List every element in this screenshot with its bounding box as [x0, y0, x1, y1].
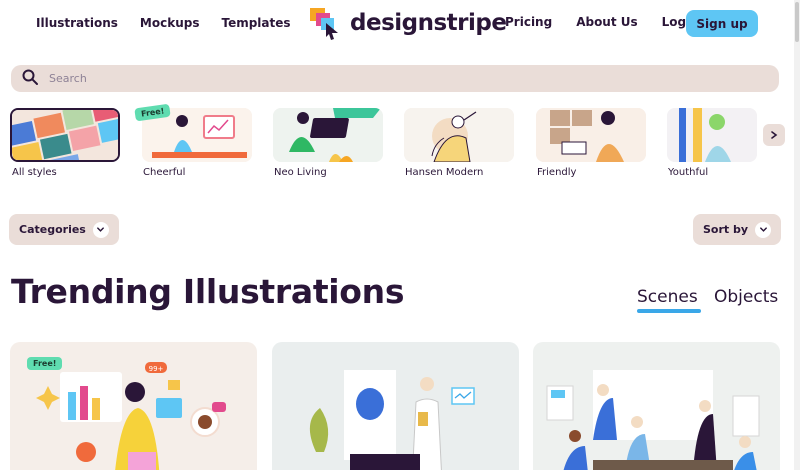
nav-pricing[interactable]: Pricing [505, 15, 552, 29]
neo-living-thumbnail [273, 108, 383, 162]
categories-label: Categories [19, 223, 86, 236]
style-card-neo-living[interactable] [273, 108, 383, 162]
result-card[interactable] [272, 342, 519, 470]
free-badge: Free! [27, 357, 63, 370]
nav-about-us[interactable]: About Us [576, 15, 637, 29]
search-bar[interactable] [11, 65, 779, 92]
style-card-youthful[interactable] [667, 108, 757, 162]
style-label-neo-living: Neo Living [274, 167, 327, 178]
style-card-all-styles[interactable] [10, 108, 120, 162]
styles-next-button[interactable] [763, 124, 785, 146]
style-label-cheerful: Cheerful [143, 167, 186, 178]
scrollbar[interactable] [794, 0, 800, 470]
search-icon [21, 68, 39, 90]
friendly-thumbnail [536, 108, 646, 162]
signup-button[interactable]: Sign up [686, 10, 758, 37]
result-card-2-image [309, 370, 475, 470]
nav-mockups[interactable]: Mockups [140, 16, 200, 30]
chevron-right-icon [771, 131, 778, 139]
result-card[interactable] [533, 342, 780, 470]
search-input[interactable] [49, 72, 649, 85]
style-card-friendly[interactable] [536, 108, 646, 162]
nav-templates[interactable]: Templates [221, 16, 290, 30]
categories-dropdown[interactable]: Categories [9, 214, 119, 245]
style-label-all-styles: All styles [12, 167, 57, 178]
notification-count-bubble: 99+ [149, 365, 164, 373]
chevron-down-icon [92, 221, 109, 238]
sort-by-dropdown[interactable]: Sort by [693, 214, 782, 245]
result-card[interactable]: 99+ Free! [10, 342, 257, 470]
logo-text: designstripe [350, 10, 507, 36]
youthful-thumbnail [667, 108, 757, 162]
style-label-friendly: Friendly [537, 167, 577, 178]
style-card-hansen-modern[interactable] [404, 108, 514, 162]
all-styles-thumbnail [12, 110, 118, 160]
logo[interactable]: designstripe [308, 5, 507, 41]
sort-by-label: Sort by [703, 223, 749, 236]
chevron-down-icon [755, 221, 772, 238]
active-tab-indicator [637, 309, 701, 313]
result-card-3-image [546, 370, 760, 470]
style-label-youthful: Youthful [668, 167, 709, 178]
tab-scenes[interactable]: Scenes [637, 287, 698, 307]
style-label-hansen-modern: Hansen Modern [405, 167, 484, 178]
page-title: Trending Illustrations [11, 272, 405, 311]
nav-illustrations[interactable]: Illustrations [36, 16, 118, 30]
primary-nav: Illustrations Mockups Templates [36, 15, 333, 31]
logo-mark-icon [310, 8, 338, 40]
scrollbar-thumb[interactable] [795, 2, 799, 42]
hansen-modern-thumbnail [404, 108, 514, 162]
tab-objects[interactable]: Objects [714, 287, 778, 307]
